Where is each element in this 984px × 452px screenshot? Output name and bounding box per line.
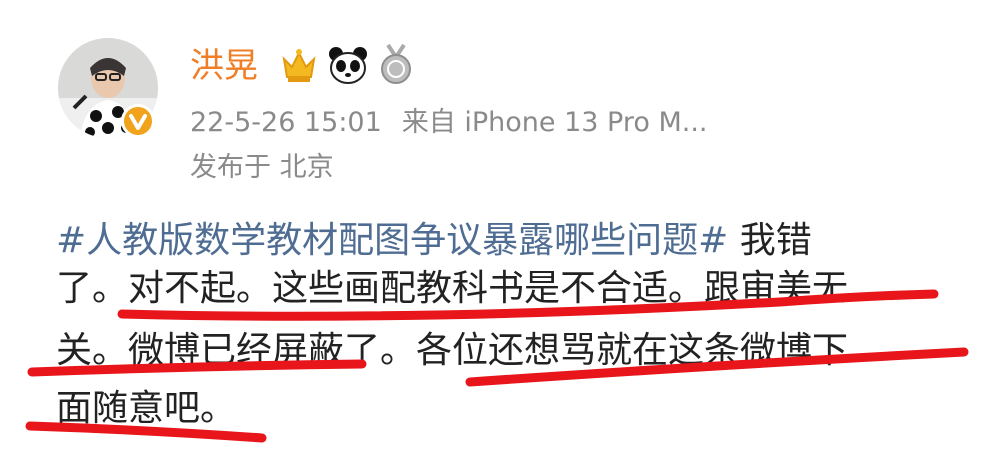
timestamp[interactable]: 22-5-26 15:01 [190,107,382,138]
post-source: 来自 iPhone 13 Pro M... [401,107,708,138]
body-line-3: 关。微博已经屏蔽了。各位还想骂就在这条微博下 [56,330,849,371]
weibo-post: 洪晃 22-5-26 15:01 来自 iPhone 13 Pro M... 发布… [0,0,984,452]
panda-badge-icon[interactable] [326,43,370,87]
post-location: 发布于 北京 [190,152,334,183]
username[interactable]: 洪晃 [190,44,258,88]
post-meta: 22-5-26 15:01 来自 iPhone 13 Pro M... [190,105,707,141]
body-line-1: #人教版数学教材配图争议暴露哪些问题# 我错 [56,218,812,264]
medal-badge-icon[interactable] [376,43,416,87]
hashtag-link[interactable]: #人教版数学教材配图争议暴露哪些问题# [56,220,728,261]
body-line-2: 了。对不起。这些画配教科书是不合适。跟审美无 [56,268,849,309]
body-text-segment: 我错 [728,220,812,261]
verified-badge-icon [121,104,155,138]
body-line-4: 面随意吧。 [56,388,237,429]
crown-badge-icon[interactable] [278,43,320,87]
